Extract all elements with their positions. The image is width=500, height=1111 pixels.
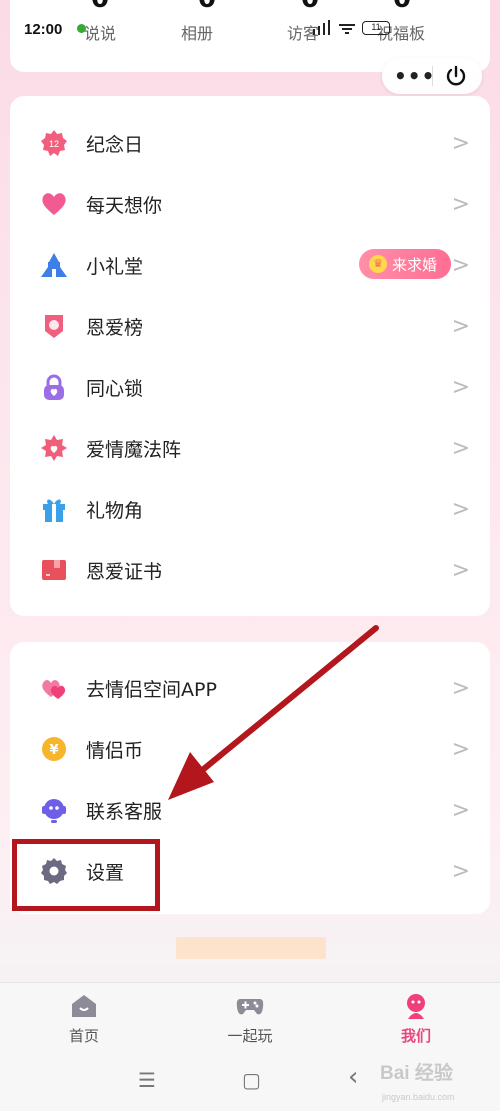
watermark: Bai 经验 bbox=[380, 1063, 453, 1084]
annotation-highlight-box bbox=[12, 839, 160, 911]
tab-label: 首页 bbox=[68, 1027, 99, 1045]
back-icon[interactable]: ‹ bbox=[348, 1062, 358, 1092]
gamepad-icon bbox=[236, 999, 264, 1015]
menu-icon[interactable]: ☰ bbox=[138, 1068, 156, 1092]
us-icon bbox=[407, 994, 425, 1019]
tab-label: 我们 bbox=[400, 1027, 431, 1045]
tab-label: 一起玩 bbox=[227, 1027, 273, 1045]
tab-play-together[interactable]: 一起玩 bbox=[190, 983, 310, 1053]
decorative-bar bbox=[176, 937, 326, 959]
tab-home[interactable]: 首页 bbox=[24, 983, 144, 1053]
tab-us[interactable]: 我们 bbox=[356, 983, 476, 1053]
bottom-tab-bar: 首页 一起玩 我们 bbox=[0, 982, 500, 1052]
watermark-url: jingyan.baidu.com bbox=[382, 1092, 455, 1102]
home-button-icon[interactable]: ▢ bbox=[242, 1068, 261, 1092]
home-icon bbox=[72, 995, 96, 1017]
